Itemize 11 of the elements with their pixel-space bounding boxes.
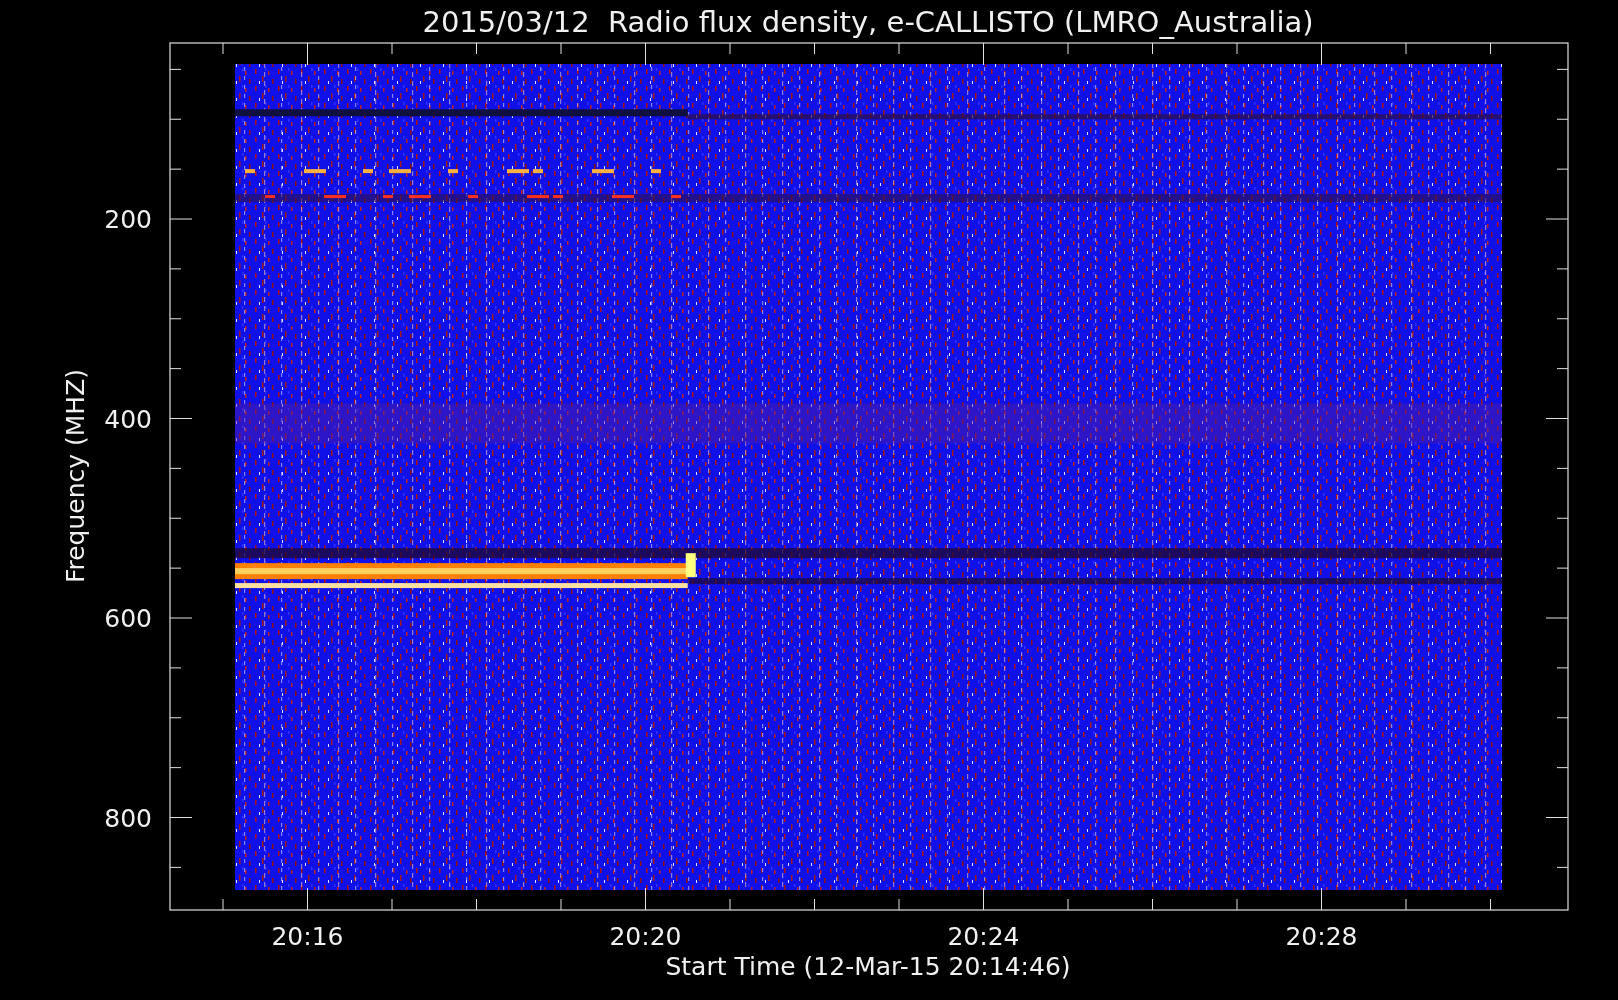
x-axis-label: Start Time (12-Mar-15 20:14:46) [665, 952, 1071, 981]
x-tick-label: 20:28 [1285, 922, 1358, 951]
y-tick-label: 400 [104, 404, 152, 434]
y-tick-label: 600 [104, 604, 152, 633]
x-tick-label: 20:20 [609, 922, 682, 951]
y-tick-label: 200 [104, 205, 152, 234]
x-tick-label: 20:24 [947, 922, 1020, 951]
y-axis-label: Frequency (MHZ) [61, 368, 90, 584]
x-tick-label: 20:16 [271, 922, 344, 951]
y-tick-label: 800 [104, 803, 152, 833]
chart-title: 2015/03/12 Radio flux density, e-CALLISTO (LMRO_Australia) [422, 5, 1314, 39]
